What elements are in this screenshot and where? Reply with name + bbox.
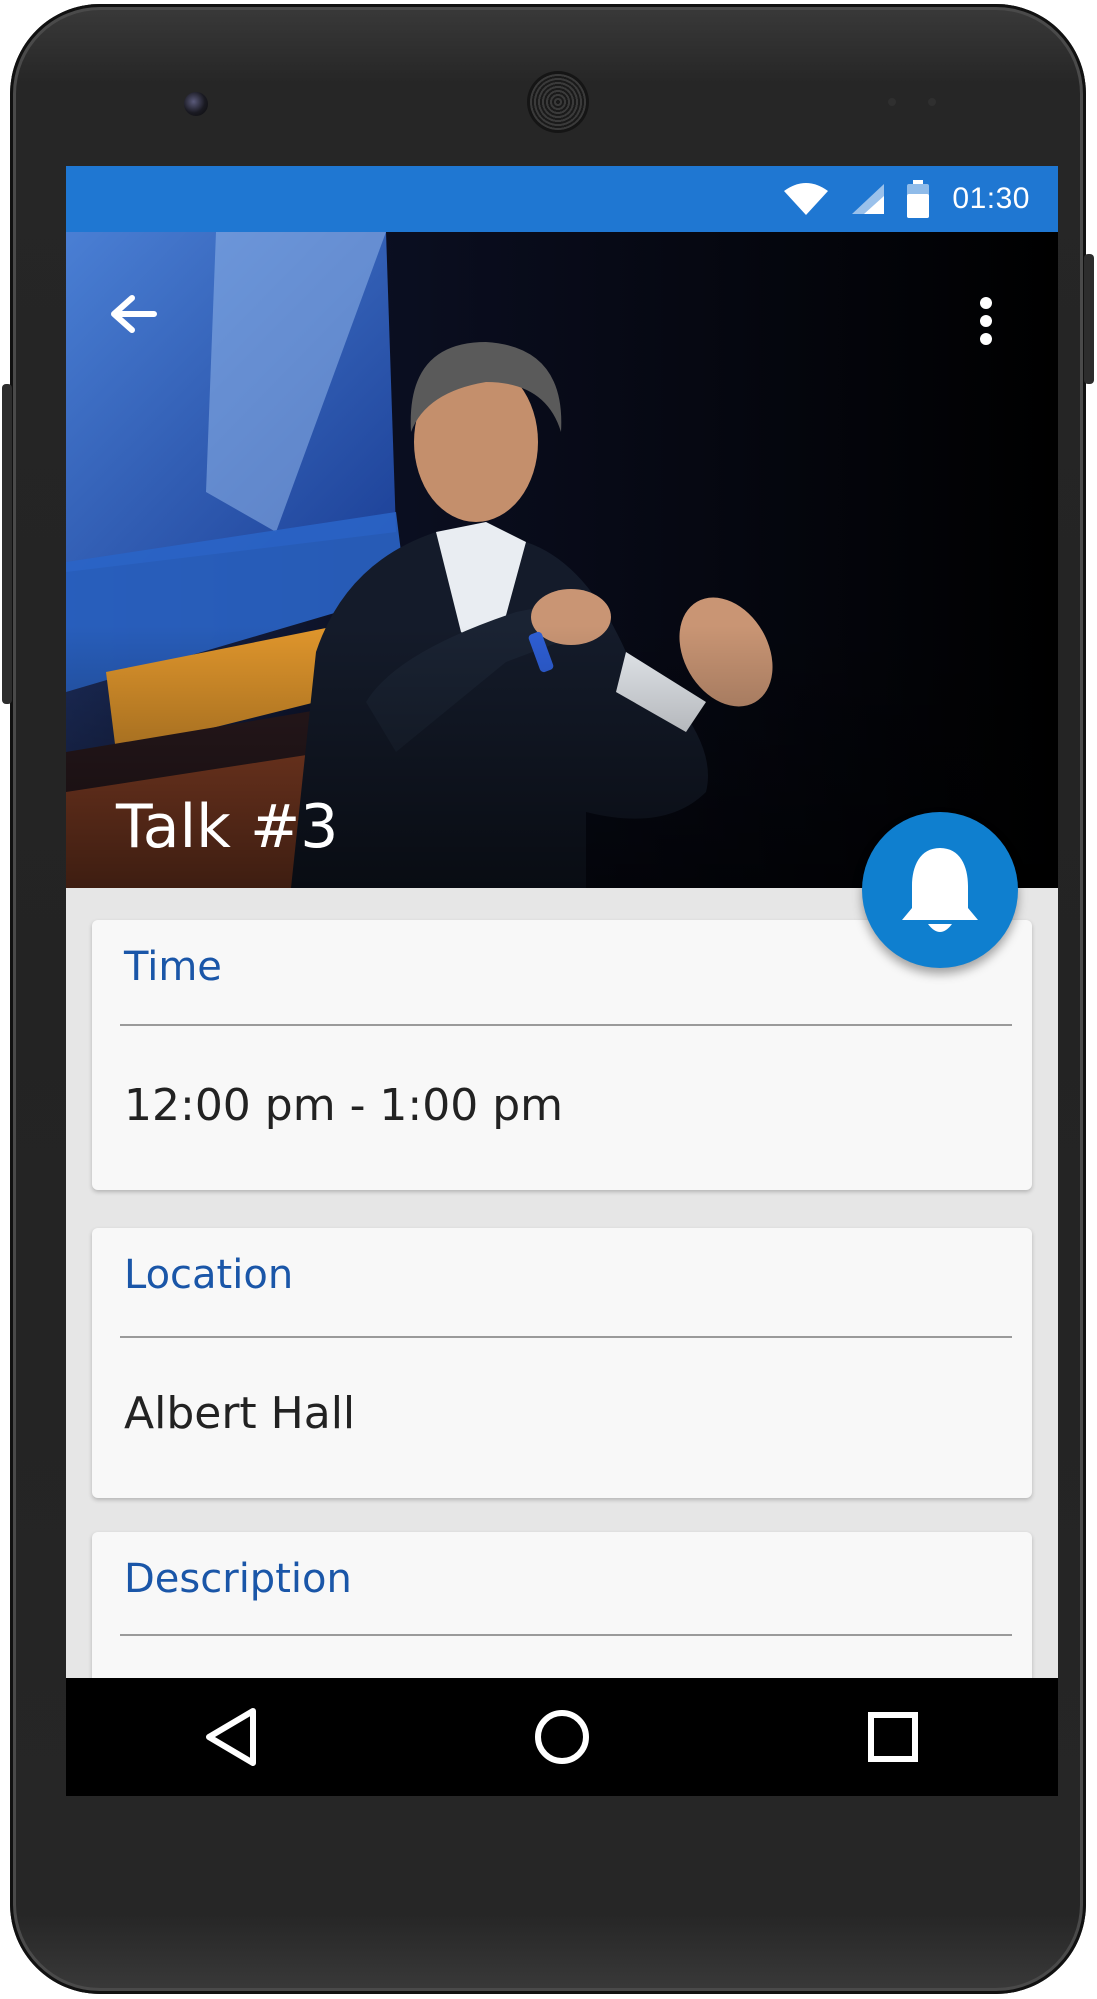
location-card: Location Albert Hall [92, 1228, 1032, 1498]
battery-icon [907, 180, 930, 218]
talk-title: Talk #3 [116, 792, 339, 862]
speaker-photo [66, 232, 1058, 888]
divider [120, 1634, 1012, 1636]
location-value: Albert Hall [124, 1388, 356, 1439]
arrow-left-icon [111, 295, 157, 333]
overflow-menu-button[interactable] [956, 276, 1016, 366]
nav-back-button[interactable] [171, 1687, 291, 1787]
phone-frame: 01:30 Talk #3 Time 12:00 pm - 1:00 pm Lo… [2, 4, 1094, 1994]
bell-icon [902, 848, 978, 932]
screen: 01:30 Talk #3 Time 12:00 pm - 1:00 pm Lo… [66, 166, 1058, 1796]
time-card: Time 12:00 pm - 1:00 pm [92, 920, 1032, 1190]
wifi-icon [784, 183, 829, 215]
time-label: Time [124, 944, 222, 990]
description-label: Description [124, 1556, 352, 1602]
header-image: Talk #3 [66, 232, 1058, 888]
more-vert-icon [980, 297, 992, 345]
light-sensor [928, 98, 936, 106]
nav-home-icon [534, 1710, 589, 1764]
volume-button [2, 384, 12, 704]
location-label: Location [124, 1252, 294, 1298]
power-button [1084, 254, 1094, 384]
nav-home-button[interactable] [502, 1687, 622, 1787]
nav-recents-icon [867, 1712, 918, 1762]
back-button[interactable] [92, 272, 176, 356]
front-camera [184, 92, 208, 116]
proximity-sensor [888, 98, 896, 106]
time-value: 12:00 pm - 1:00 pm [124, 1080, 564, 1131]
system-nav-bar [66, 1678, 1058, 1796]
signal-icon [852, 184, 885, 214]
nav-back-icon [206, 1708, 257, 1766]
status-bar: 01:30 [66, 166, 1058, 232]
status-time: 01:30 [952, 182, 1030, 215]
earpiece-speaker [530, 74, 586, 130]
divider [120, 1024, 1012, 1026]
divider [120, 1336, 1012, 1338]
nav-recents-button[interactable] [833, 1687, 953, 1787]
reminder-fab[interactable] [862, 812, 1018, 968]
